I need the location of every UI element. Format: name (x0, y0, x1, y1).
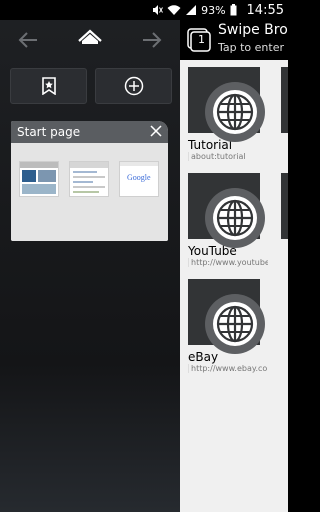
new-tab-button[interactable] (95, 68, 172, 104)
signal-icon (185, 4, 197, 16)
page-thumbnail-google: Google (119, 161, 159, 197)
wifi-icon (167, 4, 181, 16)
tab-card-header: Start page (11, 121, 168, 143)
tab-card[interactable]: Start page Google (11, 121, 168, 241)
home-icon (78, 29, 102, 44)
bookmark-thumbnail (188, 67, 265, 142)
battery-icon (230, 4, 237, 16)
bookmark-thumbnail-partial[interactable] (281, 67, 288, 133)
arrow-left-icon (18, 32, 37, 48)
arrow-right-icon (143, 32, 162, 48)
nav-row (0, 20, 180, 60)
bookmark-thumbnail (188, 173, 265, 248)
tab-count: 1 (198, 33, 205, 46)
globe-icon (205, 188, 265, 248)
bookmark-tile-ebay[interactable]: eBay http://www.ebay.co... (188, 279, 268, 373)
home-button[interactable] (78, 28, 102, 52)
bookmark-url: about:tutorial (188, 152, 268, 161)
page-thumbnail (19, 161, 59, 197)
status-bar: 93% 14:55 (0, 0, 288, 20)
close-tab-button[interactable] (150, 124, 162, 140)
bookmarks-button[interactable] (10, 68, 87, 104)
page-thumbnail (69, 161, 109, 197)
battery-percent: 93% (201, 3, 226, 17)
globe-icon (205, 294, 265, 354)
tab-title: Start page (17, 125, 81, 139)
globe-icon (205, 82, 265, 142)
tab-tools (10, 68, 172, 104)
bookmark-thumbnail (188, 279, 265, 354)
google-logo: Google (127, 173, 151, 182)
bookmark-star-icon (41, 77, 56, 95)
close-icon (150, 124, 162, 137)
mute-icon (151, 4, 164, 16)
bookmark-thumbnail-partial[interactable] (281, 173, 288, 239)
clock: 14:55 (246, 2, 284, 18)
bookmark-tile-tutorial[interactable]: Tutorial about:tutorial (188, 67, 265, 161)
bookmark-url: http://www.ebay.co... (188, 364, 268, 373)
address-hint[interactable]: Tap to enter a (218, 41, 288, 54)
tab-preview: Google (11, 143, 168, 241)
back-button[interactable] (16, 28, 40, 52)
page-title: Swipe Brow (218, 22, 288, 38)
plus-circle-icon (124, 76, 143, 96)
app-header[interactable]: 1 Swipe Brow Tap to enter a (180, 20, 288, 60)
main-content: 1 Swipe Brow Tap to enter a Tutorial abo… (180, 20, 288, 512)
forward-button[interactable] (140, 28, 164, 52)
bookmark-tile-youtube[interactable]: YouTube http://www.youtube... (188, 173, 268, 267)
tabs-panel: Start page Google (0, 20, 180, 512)
bookmark-url: http://www.youtube... (188, 258, 268, 267)
